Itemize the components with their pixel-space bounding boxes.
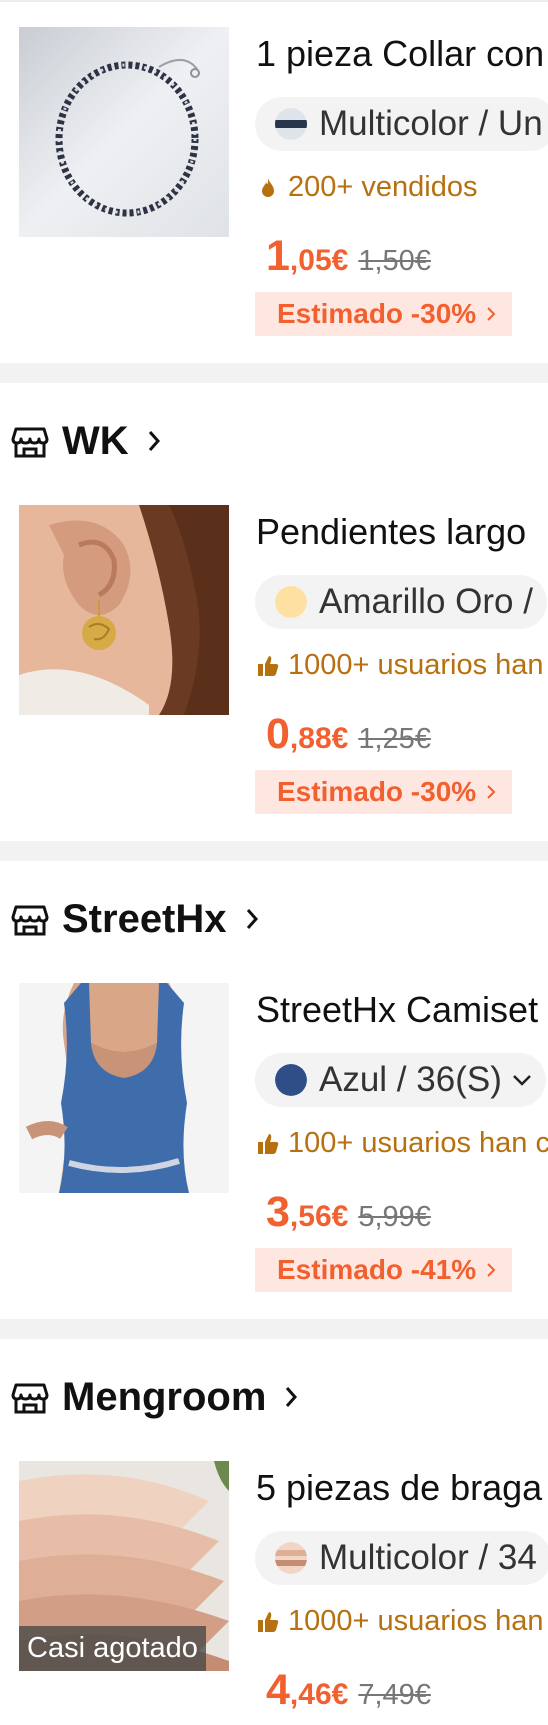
store-icon xyxy=(11,427,49,458)
variant-label: Multicolor / Un xyxy=(319,104,543,143)
social-proof: 200+ vendidos xyxy=(256,171,477,204)
price: 3 ,56€ 5,99€ xyxy=(266,1188,431,1237)
thumbs-up-icon xyxy=(258,1611,279,1632)
price: 4 ,46€ 7,49€ xyxy=(266,1666,431,1715)
chevron-right-icon xyxy=(487,307,496,321)
variant-selector[interactable]: Azul / 36(S) xyxy=(255,1053,546,1107)
chevron-right-icon xyxy=(286,1387,298,1407)
price-integer: 4 xyxy=(266,1666,290,1714)
product-image[interactable] xyxy=(19,505,229,715)
store-header[interactable]: StreetHx xyxy=(10,892,259,946)
variant-selector[interactable]: Multicolor / Un xyxy=(255,97,548,151)
price-integer: 3 xyxy=(266,1188,290,1236)
estimate-label: Estimado -30% xyxy=(277,298,477,329)
product-image[interactable]: Casi agotado xyxy=(19,1461,229,1671)
cart-item[interactable]: 1 pieza Collar con Multicolor / Un 200+ … xyxy=(0,0,548,336)
variant-selector[interactable]: Amarillo Oro / xyxy=(255,575,547,629)
section-divider xyxy=(0,841,548,861)
chevron-down-icon xyxy=(512,1075,531,1086)
estimate-label: Estimado -41% xyxy=(277,1254,477,1285)
price: 1 ,05€ 1,50€ xyxy=(266,232,431,281)
earring-image xyxy=(19,505,229,715)
estimate-badge[interactable]: Estimado -41% xyxy=(255,1248,513,1292)
store-header[interactable]: Mengroom xyxy=(10,1370,298,1424)
social-proof-text: 1000+ usuarios han xyxy=(288,1605,544,1637)
chevron-right-icon xyxy=(148,431,160,451)
social-proof-text: 200+ vendidos xyxy=(288,171,478,203)
store-name: WK xyxy=(62,418,129,463)
price-decimal: ,56€ xyxy=(289,1200,349,1233)
chevron-right-icon xyxy=(487,1263,496,1277)
price-integer: 1 xyxy=(266,232,290,280)
cart-item[interactable]: Casi agotado 5 piezas de braga Multicolo… xyxy=(0,1434,548,1725)
store-icon xyxy=(11,905,49,936)
color-swatch xyxy=(275,108,307,140)
store-icon xyxy=(11,1383,49,1414)
social-proof: 1000+ usuarios han xyxy=(256,1605,544,1638)
cart-item[interactable]: StreetHx Camiset Azul / 36(S) 100+ usuar… xyxy=(0,956,548,1292)
original-price: 1,50€ xyxy=(358,245,431,277)
low-stock-badge: Casi agotado xyxy=(19,1626,206,1671)
cart-item[interactable]: Pendientes largo Amarillo Oro / 1000+ us… xyxy=(0,478,548,814)
price: 0 ,88€ 1,25€ xyxy=(266,710,431,759)
price-decimal: ,46€ xyxy=(289,1678,349,1711)
estimate-label: Estimado -30% xyxy=(277,776,477,807)
chevron-right-icon xyxy=(246,909,258,929)
product-image[interactable] xyxy=(19,983,229,1193)
social-proof: 100+ usuarios han c xyxy=(256,1127,548,1160)
color-swatch xyxy=(275,1542,307,1574)
thumbs-up-icon xyxy=(258,1133,279,1154)
section-divider xyxy=(0,1319,548,1339)
variant-label: Azul / 36(S) xyxy=(319,1060,502,1099)
chevron-right-icon xyxy=(487,785,496,799)
thumbs-up-icon xyxy=(258,655,279,676)
price-integer: 0 xyxy=(266,710,290,758)
store-header[interactable]: WK xyxy=(10,414,161,468)
flame-icon xyxy=(262,177,274,197)
color-swatch xyxy=(275,586,307,618)
product-title[interactable]: Pendientes largo xyxy=(256,511,526,553)
variant-selector[interactable]: Multicolor / 34 xyxy=(255,1531,548,1585)
cart-list: 1 pieza Collar con Multicolor / Un 200+ … xyxy=(0,0,548,1725)
necklace-image xyxy=(19,27,229,237)
variant-label: Amarillo Oro / xyxy=(319,582,533,621)
social-proof-text: 100+ usuarios han c xyxy=(288,1127,548,1159)
original-price: 7,49€ xyxy=(358,1679,431,1711)
price-decimal: ,88€ xyxy=(289,722,349,755)
price-decimal: ,05€ xyxy=(289,244,349,277)
product-title[interactable]: 1 pieza Collar con xyxy=(256,33,544,75)
social-proof-text: 1000+ usuarios han xyxy=(288,649,544,681)
social-proof: 1000+ usuarios han xyxy=(256,649,544,682)
original-price: 5,99€ xyxy=(358,1201,431,1233)
section-divider xyxy=(0,363,548,383)
color-swatch xyxy=(275,1064,307,1096)
original-price: 1,25€ xyxy=(358,723,431,755)
store-name: Mengroom xyxy=(62,1374,267,1419)
estimate-badge[interactable]: Estimado -30% xyxy=(255,292,513,336)
product-title[interactable]: 5 piezas de braga xyxy=(256,1467,542,1509)
store-name: StreetHx xyxy=(62,896,227,941)
product-image[interactable] xyxy=(19,27,229,237)
variant-label: Multicolor / 34 xyxy=(319,1538,537,1577)
estimate-badge[interactable]: Estimado -30% xyxy=(255,770,513,814)
tank-top-image xyxy=(19,983,229,1193)
product-title[interactable]: StreetHx Camiset xyxy=(256,989,538,1031)
